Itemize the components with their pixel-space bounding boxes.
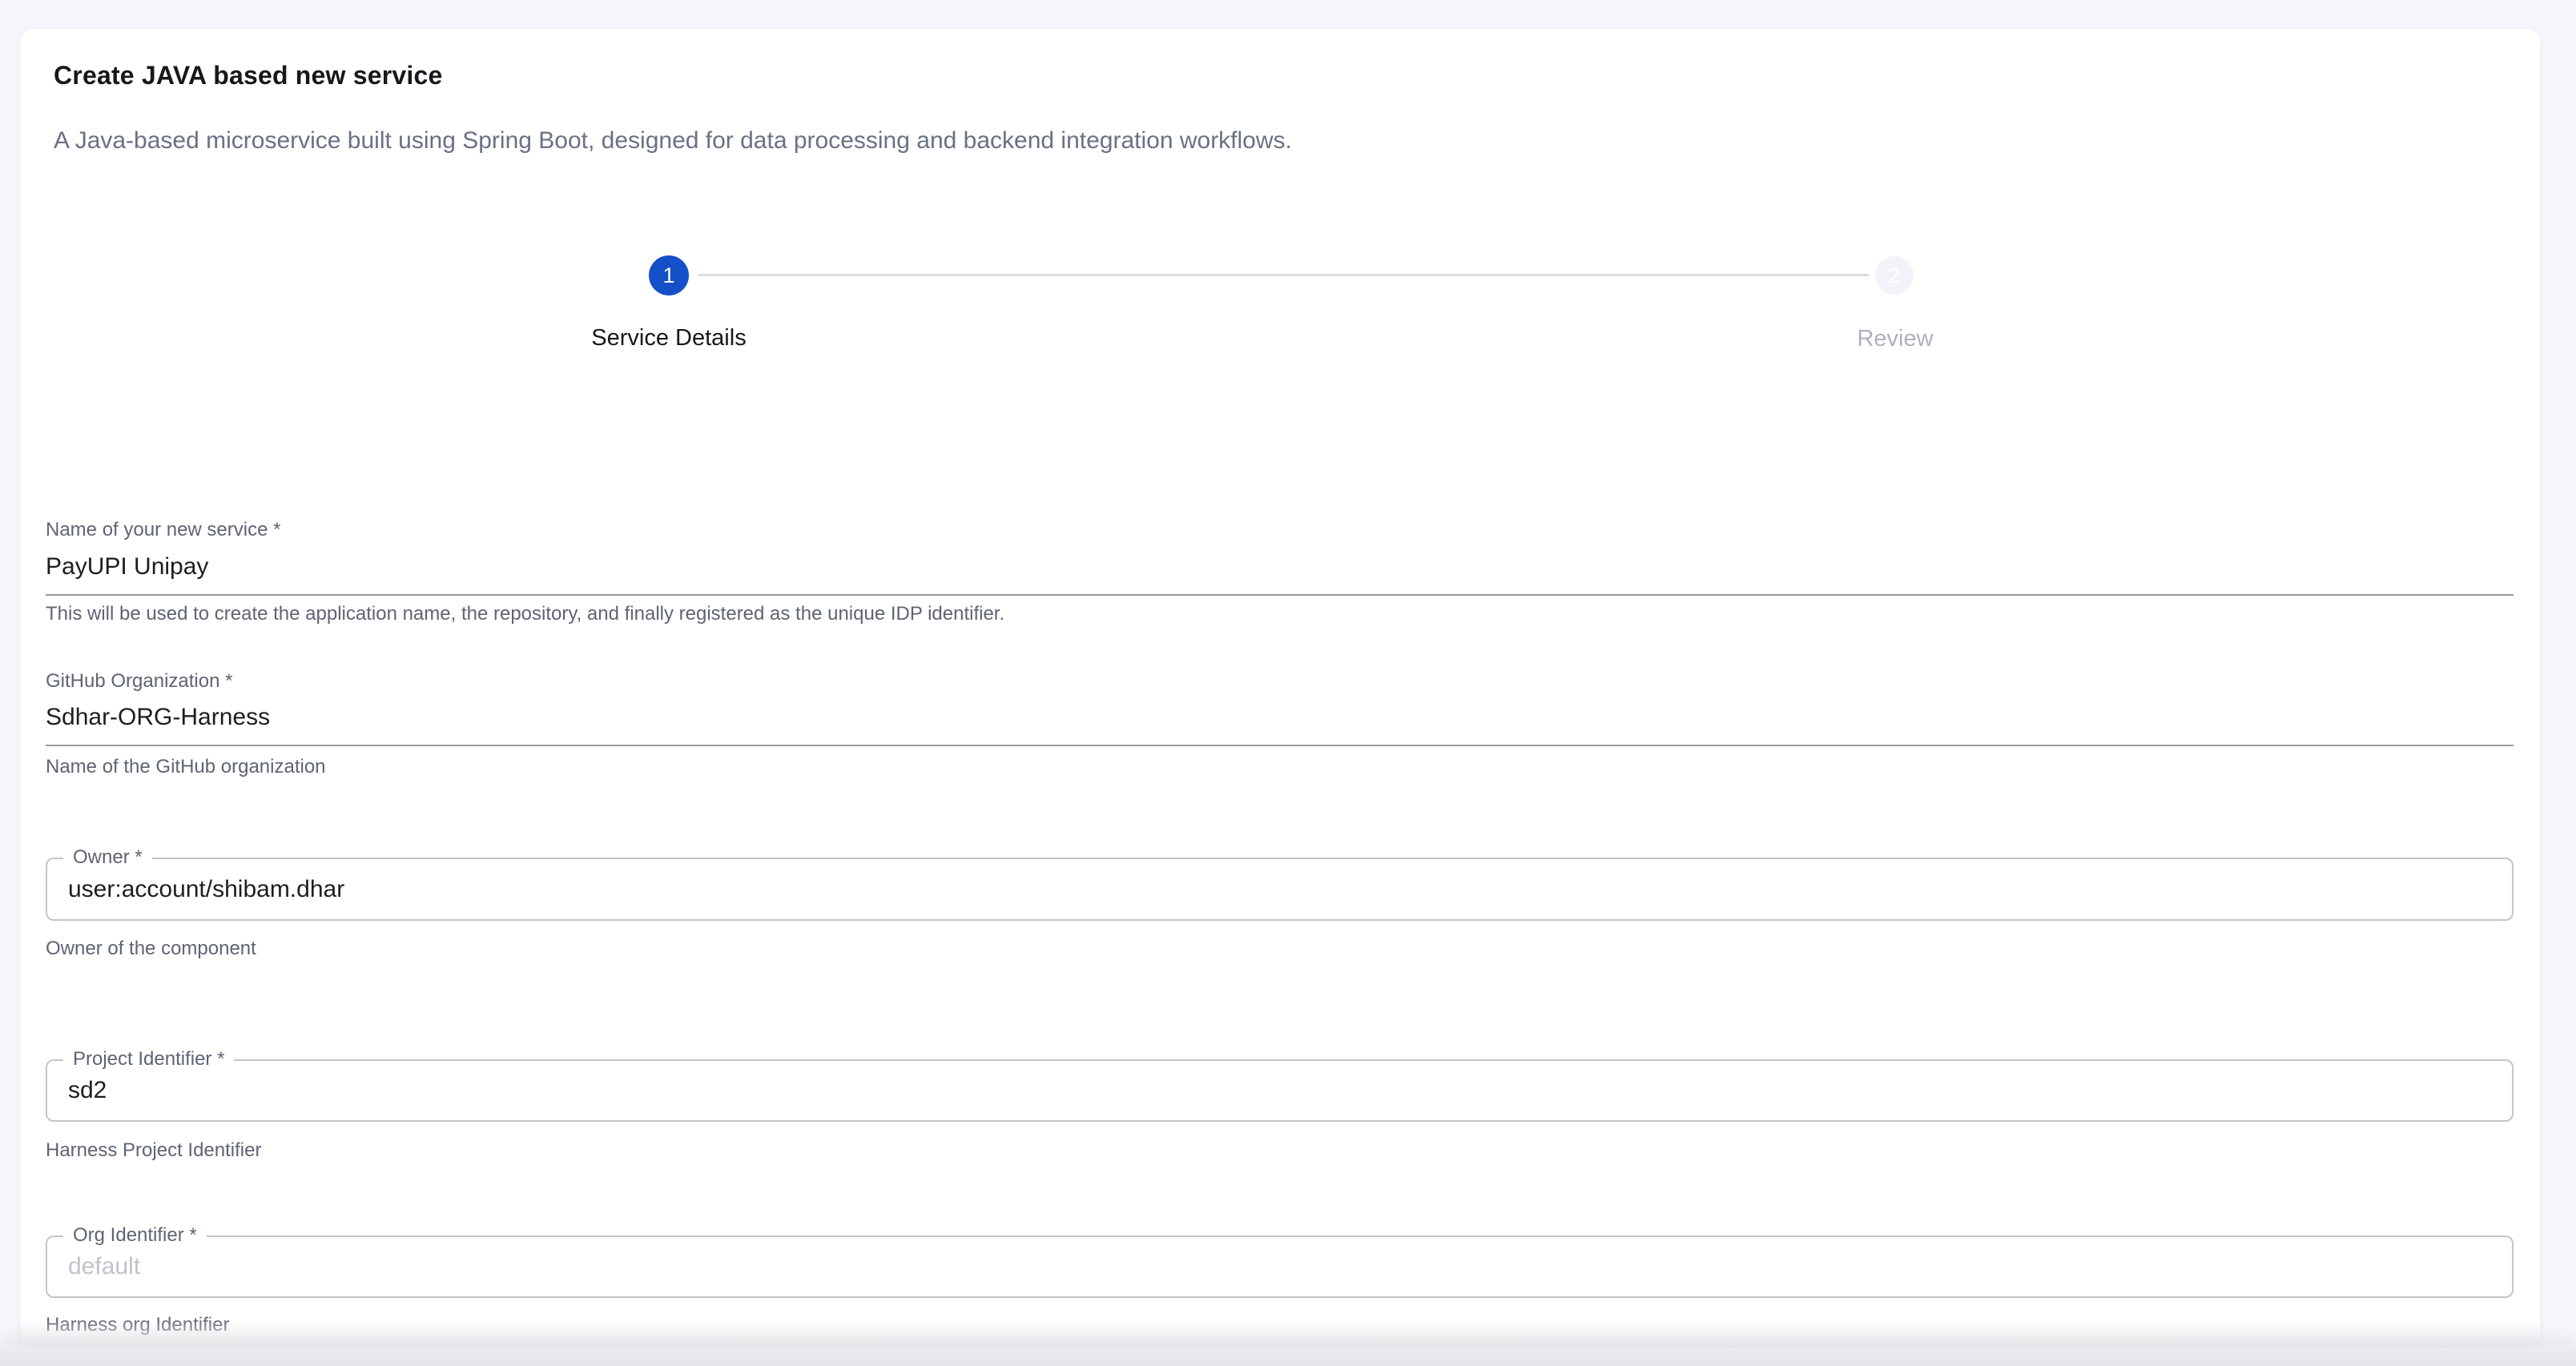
- service-form-card: Create JAVA based new service A Java-bas…: [21, 29, 2540, 1348]
- step-1-label: Service Details: [591, 325, 746, 352]
- org-identifier-input[interactable]: [68, 1248, 2455, 1285]
- github-org-helper: Name of the GitHub organization: [46, 756, 326, 778]
- stepper-step-review[interactable]: 2 Review: [1875, 256, 1915, 295]
- stepper-step-service-details[interactable]: 1 Service Details: [649, 255, 689, 295]
- owner-helper: Owner of the component: [46, 938, 256, 960]
- page-background: Create JAVA based new service A Java-bas…: [0, 0, 2576, 1366]
- org-identifier-helper: Harness org Identifier: [46, 1314, 229, 1336]
- step-1-number: 1: [662, 263, 674, 288]
- step-2-label: Review: [1857, 326, 1933, 352]
- card-bottom-fade: [21, 1319, 2540, 1348]
- project-identifier-input[interactable]: [68, 1072, 2455, 1109]
- page-title: Create JAVA based new service: [54, 59, 442, 91]
- stepper-connector-line: [698, 274, 1869, 276]
- footer-edge: [0, 1348, 2576, 1366]
- step-1-circle: 1: [649, 255, 689, 295]
- project-identifier-label: Project Identifier *: [63, 1047, 234, 1071]
- project-identifier-helper: Harness Project Identifier: [46, 1139, 261, 1162]
- github-org-input[interactable]: [46, 700, 2514, 735]
- page-subtitle: A Java-based microservice built using Sp…: [54, 125, 1292, 157]
- service-name-input[interactable]: [46, 549, 2514, 585]
- step-2-number: 2: [1888, 263, 1900, 288]
- service-name-underline: [46, 594, 2514, 596]
- owner-label: Owner *: [63, 846, 152, 870]
- github-org-label: GitHub Organization *: [46, 670, 232, 693]
- github-org-underline: [46, 745, 2514, 746]
- service-name-label: Name of your new service *: [46, 519, 280, 541]
- org-identifier-label: Org Identifier *: [63, 1223, 207, 1247]
- step-2-circle: 2: [1875, 256, 1914, 295]
- service-name-helper: This will be used to create the applicat…: [46, 603, 1004, 625]
- owner-input[interactable]: [68, 871, 2455, 908]
